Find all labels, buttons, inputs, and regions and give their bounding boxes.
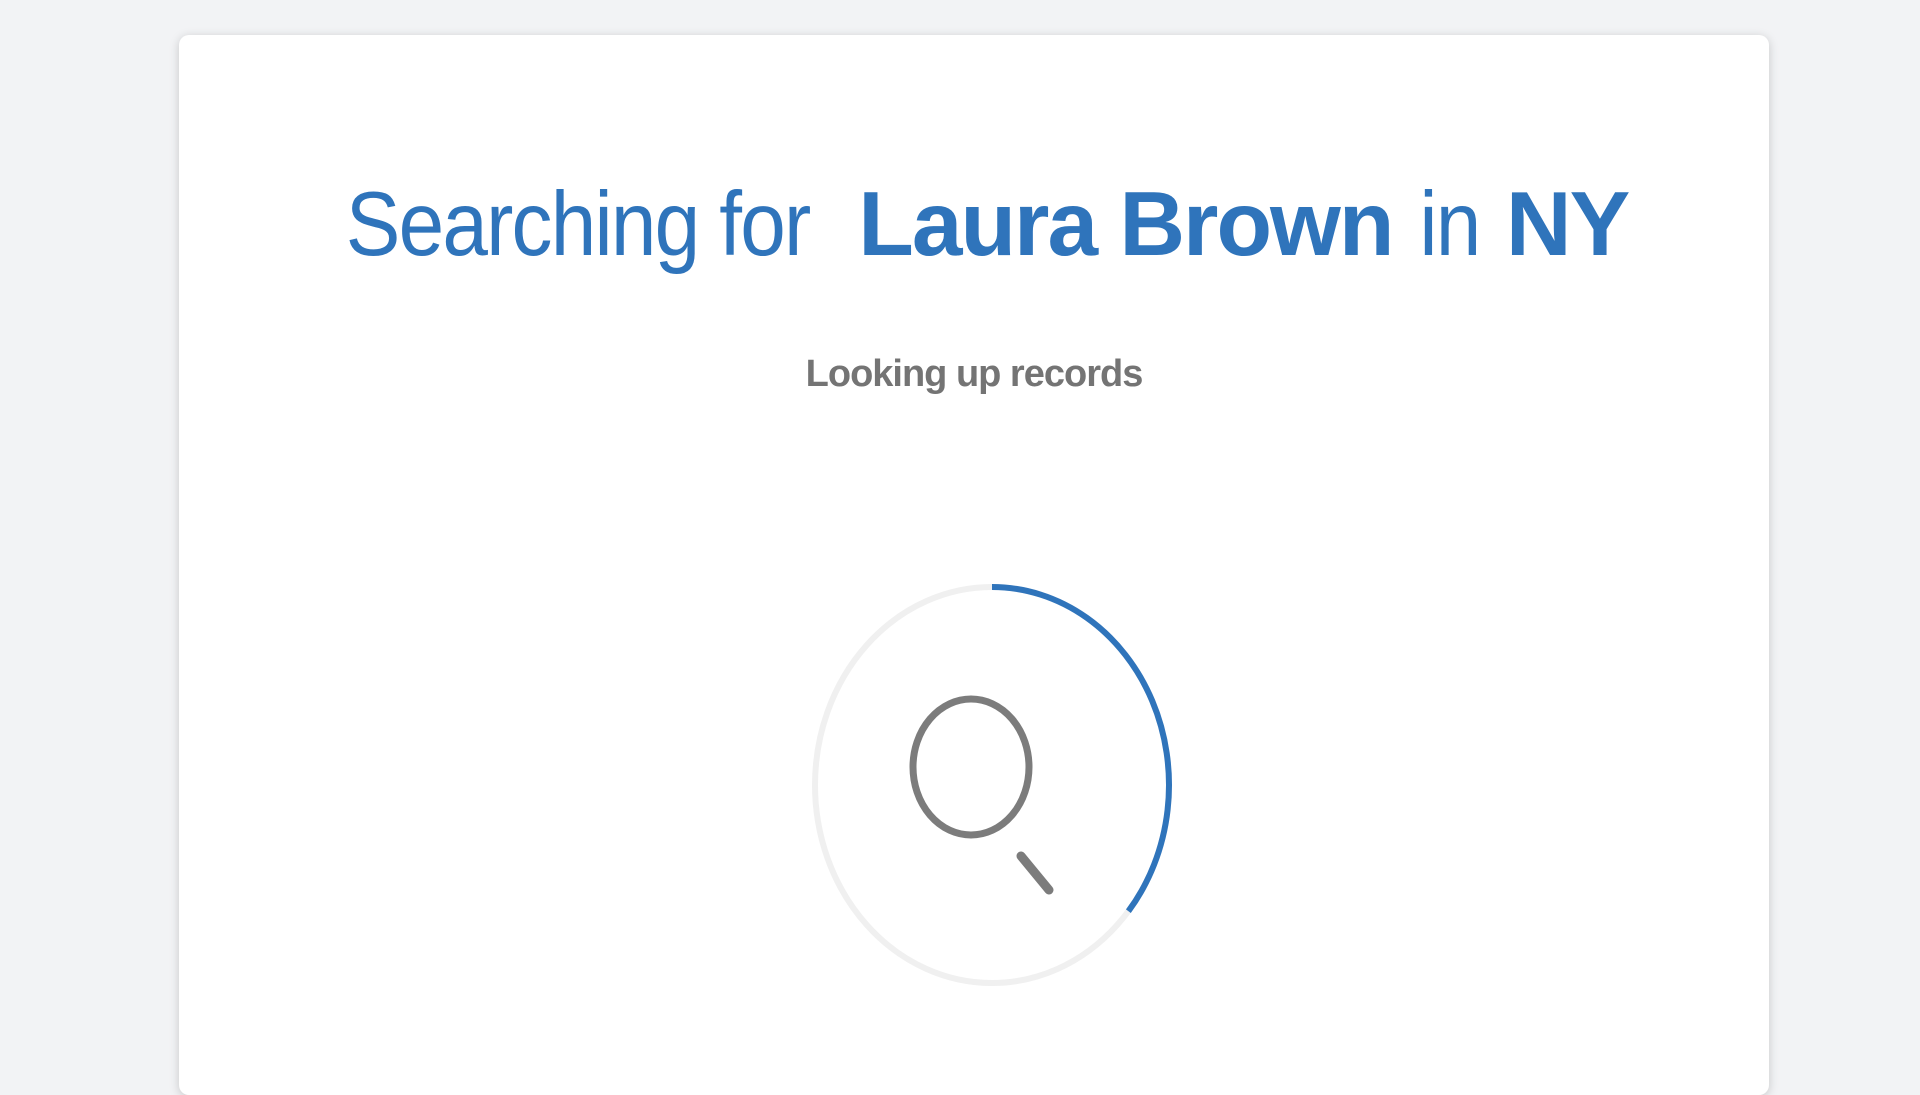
progress-spinner — [812, 584, 1172, 986]
title-location: NY — [1505, 174, 1630, 275]
title-person-name: Laura Brown — [858, 174, 1394, 275]
title-connector: in — [1419, 174, 1481, 275]
search-icon — [909, 695, 1054, 895]
search-progress-card: Searching for Laura Brown in NY Looking … — [179, 35, 1769, 1095]
progress-arc — [991, 584, 1172, 913]
status-text: Looking up records — [805, 353, 1144, 395]
page-title: Searching for Laura Brown in NY — [179, 170, 1769, 280]
title-prefix: Searching for — [345, 174, 811, 275]
